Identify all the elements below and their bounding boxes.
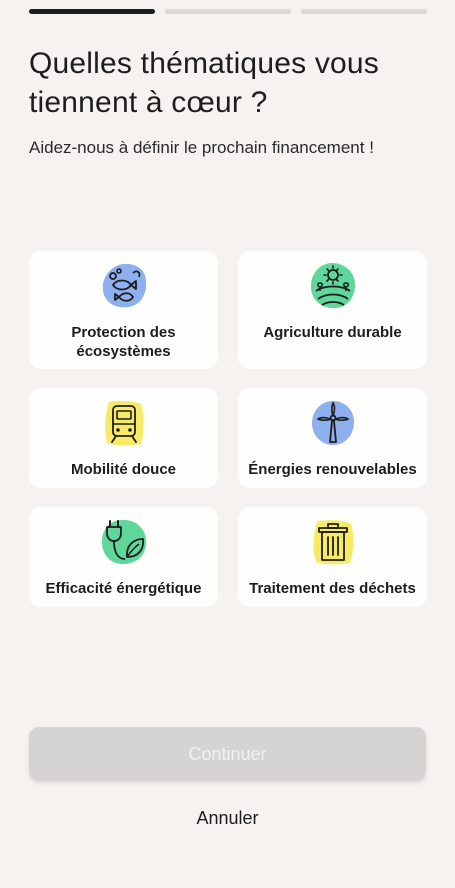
plug-leaf-icon <box>101 519 146 565</box>
page-title: Quelles thématiques vous tiennent à cœur… <box>29 47 379 119</box>
progress-step-3 <box>301 9 427 14</box>
theme-card-renewables[interactable]: Énergies renouvelables <box>238 388 427 488</box>
theme-card-mobility[interactable]: Mobilité douce <box>29 388 218 488</box>
theme-card-ecosystems[interactable]: Protection des écosystèmes <box>29 251 218 369</box>
progress-step-2 <box>165 9 291 14</box>
sun-field-icon <box>310 263 355 309</box>
progress-step-1 <box>29 9 155 14</box>
fish-ecosystem-icon <box>102 263 146 308</box>
theme-label: Mobilité douce <box>71 461 176 478</box>
cancel-button[interactable]: Annuler <box>0 808 455 829</box>
theme-card-efficiency[interactable]: Efficacité énergétique <box>29 507 218 607</box>
theme-card-waste[interactable]: Traitement des déchets <box>238 507 427 607</box>
train-icon <box>104 400 144 446</box>
theme-label: Agriculture durable <box>263 324 402 341</box>
progress-bar <box>29 9 427 14</box>
wind-turbine-icon <box>311 401 354 445</box>
theme-label: Efficacité énergétique <box>45 580 202 597</box>
theme-card-agriculture[interactable]: Agriculture durable <box>238 251 427 369</box>
theme-label: Traitement des déchets <box>249 580 416 597</box>
page-subtitle: Aidez-nous à définir le prochain finance… <box>29 138 374 157</box>
trash-bin-icon <box>312 520 354 565</box>
theme-label: Protection des écosystèmes <box>71 324 176 360</box>
continue-button[interactable]: Continuer <box>29 727 426 781</box>
theme-label: Énergies renouvelables <box>248 461 417 478</box>
